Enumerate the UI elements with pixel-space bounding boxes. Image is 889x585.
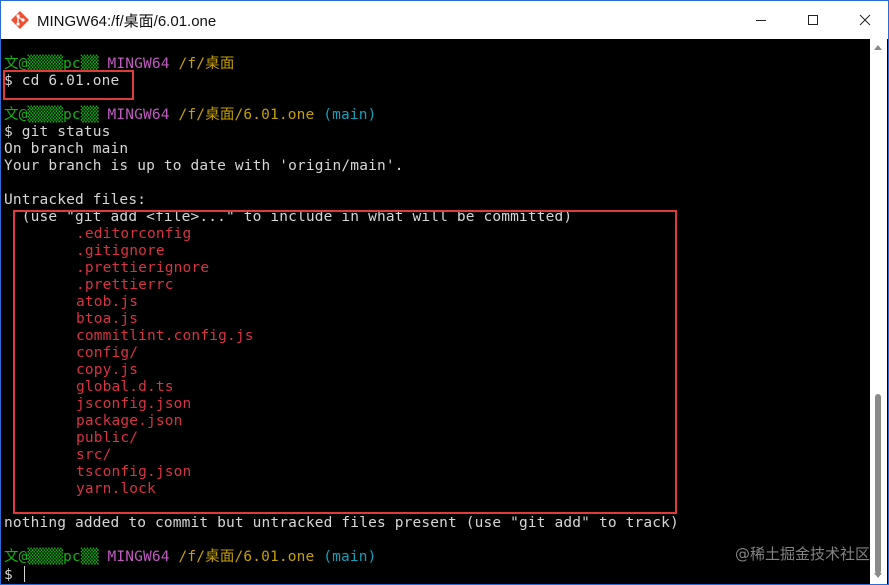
- untracked-file: tsconfig.json: [76, 464, 192, 480]
- command-line[interactable]: $: [4, 566, 25, 583]
- prompt-path: /f/桌面/6.01.one: [178, 549, 315, 565]
- untracked-hint: (use "git add <file>..." to include in w…: [4, 209, 573, 225]
- command-line: $ git status: [4, 124, 111, 140]
- untracked-file: jsconfig.json: [76, 396, 192, 412]
- text-cursor: [23, 566, 25, 582]
- untracked-file: copy.js: [76, 362, 139, 378]
- untracked-file: src/: [76, 447, 112, 463]
- prompt-path: /f/桌面: [178, 56, 235, 72]
- window-controls: [732, 1, 888, 39]
- prompt-user: 文@▒▒▒▒pc▒▒: [4, 107, 99, 123]
- prompt-user: 文@▒▒▒▒pc▒▒: [4, 56, 99, 72]
- window-title: MINGW64:/f/桌面/6.01.one: [37, 12, 217, 30]
- prompt-branch: (main): [323, 549, 377, 565]
- untracked-file: yarn.lock: [76, 481, 156, 497]
- git-bash-icon: [9, 9, 31, 31]
- vertical-scrollbar[interactable]: [870, 39, 887, 584]
- untracked-file: .editorconfig: [76, 226, 192, 242]
- status-line: Your branch is up to date with 'origin/m…: [4, 158, 404, 174]
- status-footer: nothing added to commit but untracked fi…: [4, 515, 679, 531]
- prompt-env: MINGW64: [107, 56, 170, 72]
- prompt-path: /f/桌面/6.01.one: [178, 107, 315, 123]
- close-button[interactable]: [842, 1, 888, 39]
- untracked-file: btoa.js: [76, 311, 139, 327]
- untracked-file: commitlint.config.js: [76, 328, 254, 344]
- minimize-button[interactable]: [738, 1, 784, 39]
- close-icon: [859, 14, 871, 26]
- untracked-file: .prettierrc: [76, 277, 174, 293]
- untracked-file: .gitignore: [76, 243, 165, 259]
- prompt-line: 文@▒▒▒▒pc▒▒ MINGW64 /f/桌面/6.01.one (main): [4, 549, 377, 566]
- prompt-line: 文@▒▒▒▒pc▒▒ MINGW64 /f/桌面: [4, 56, 234, 73]
- untracked-file: public/: [76, 430, 139, 446]
- status-line: On branch main: [4, 141, 129, 157]
- minimize-icon: [756, 20, 766, 21]
- command-line: $ cd 6.01.one: [4, 73, 120, 89]
- watermark: @稀土掘金技术社区: [734, 545, 870, 563]
- maximize-button[interactable]: [790, 1, 836, 39]
- untracked-file: global.d.ts: [76, 379, 174, 395]
- prompt-env: MINGW64: [107, 107, 170, 123]
- untracked-file: package.json: [76, 413, 183, 429]
- terminal-output[interactable]: 文@▒▒▒▒pc▒▒ MINGW64 /f/桌面 $ cd 6.01.one 文…: [1, 39, 871, 584]
- untracked-header: Untracked files:: [4, 192, 147, 208]
- prompt-line: 文@▒▒▒▒pc▒▒ MINGW64 /f/桌面/6.01.one (main): [4, 107, 377, 124]
- maximize-icon: [808, 15, 818, 25]
- scroll-down-icon[interactable]: [874, 573, 882, 578]
- scroll-up-icon[interactable]: [874, 45, 882, 50]
- title-bar[interactable]: MINGW64:/f/桌面/6.01.one: [1, 1, 888, 39]
- untracked-file: .prettierignore: [76, 260, 210, 276]
- command-prompt-symbol: $: [4, 567, 22, 583]
- prompt-user: 文@▒▒▒▒pc▒▒: [4, 549, 99, 565]
- untracked-file: atob.js: [76, 294, 139, 310]
- scroll-thumb[interactable]: [875, 394, 881, 574]
- terminal-window: MINGW64:/f/桌面/6.01.one 文@▒▒▒▒pc▒▒ MINGW6…: [0, 0, 889, 585]
- untracked-file: config/: [76, 345, 139, 361]
- prompt-branch: (main): [323, 107, 377, 123]
- prompt-env: MINGW64: [107, 549, 170, 565]
